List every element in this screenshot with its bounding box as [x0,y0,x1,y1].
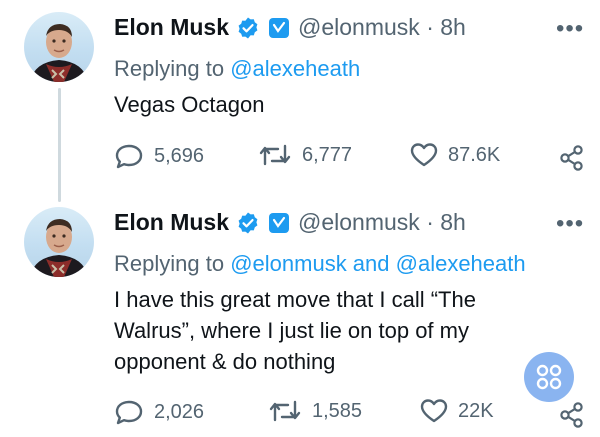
replying-to: Replying to @alexeheath [114,56,361,81]
retweet-button[interactable]: 6,777 [258,142,352,168]
tweet-header: Elon Musk @elonmusk · 8h [114,14,466,41]
replying-to-link[interactable]: @alexeheath [230,56,360,81]
replying-to: Replying to @elonmusk and @alexeheath [114,251,526,276]
verified-badge-icon [236,16,260,40]
author-handle[interactable]: @elonmusk · 8h [298,209,466,236]
tweet-header: Elon Musk @elonmusk · 8h [114,209,466,236]
retweet-button[interactable]: 1,585 [268,398,362,424]
tweet-text: Vegas Octagon [114,92,265,117]
author-handle[interactable]: @elonmusk · 8h [298,14,466,41]
reply-button[interactable]: 5,696 [114,142,204,170]
reply-count: 5,696 [154,144,205,167]
share-icon[interactable] [558,145,586,176]
verified-badge-icon [236,211,260,235]
affiliate-badge-icon [268,17,290,39]
author-name[interactable]: Elon Musk [114,209,229,236]
reply-count: 2,026 [154,400,205,423]
floating-action-button[interactable] [524,352,574,402]
like-count: 22K [458,399,494,422]
more-options-icon[interactable]: ••• [556,212,584,236]
reply-icon [115,400,143,425]
grid-menu-icon [536,364,562,390]
avatar[interactable] [24,207,94,277]
reply-icon [115,144,143,169]
like-button[interactable]: 87.6K [410,142,500,168]
heart-icon [410,143,438,167]
share-icon[interactable] [558,402,586,433]
thread-line [58,88,61,202]
like-count: 87.6K [448,143,501,166]
retweet-count: 6,777 [302,143,353,166]
reply-button[interactable]: 2,026 [114,398,204,426]
tweet-text: I have this great move that I call “The … [114,287,476,374]
like-button[interactable]: 22K [420,398,494,424]
more-options-icon[interactable]: ••• [556,17,584,41]
replying-to-link[interactable]: @elonmusk and @alexeheath [230,251,525,276]
retweet-count: 1,585 [312,399,363,422]
author-name[interactable]: Elon Musk [114,14,229,41]
affiliate-badge-icon [268,212,290,234]
avatar[interactable] [24,12,94,82]
heart-icon [420,399,448,423]
retweet-icon [259,144,291,166]
retweet-icon [269,400,301,422]
tweet[interactable]: Elon Musk @elonmusk · 8h ••• Replying to… [0,0,600,202]
